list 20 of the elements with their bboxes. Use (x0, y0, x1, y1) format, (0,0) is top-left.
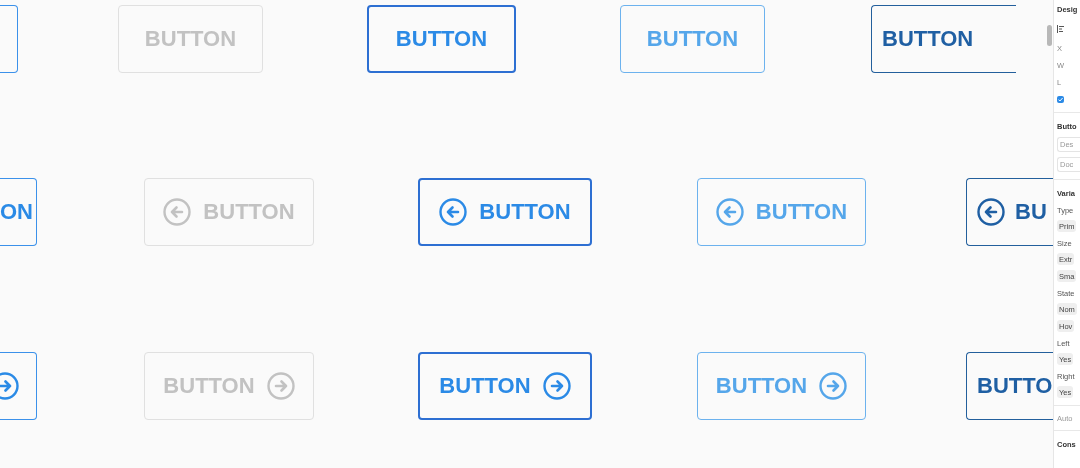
left-arrow-circle-icon (439, 198, 468, 226)
button[interactable]: BUTTON (871, 5, 1016, 73)
button[interactable]: BUTTON (418, 352, 592, 420)
left-arrow-circle-icon (163, 198, 192, 226)
left-arrow-circle-icon (715, 198, 744, 226)
right-arrow-circle-icon (266, 372, 295, 400)
button[interactable]: BUTTON (620, 5, 765, 73)
button[interactable]: BUTTON (697, 352, 866, 420)
button[interactable] (0, 5, 18, 73)
button[interactable]: ON (0, 178, 37, 246)
right-arrow-circle-icon (819, 372, 848, 400)
button[interactable]: BUTTON (367, 5, 516, 73)
button[interactable] (0, 352, 37, 420)
scrollbar-thumb[interactable] (1047, 25, 1052, 46)
left-arrow-circle-icon (977, 198, 1005, 226)
align-left-icon[interactable] (1057, 25, 1065, 33)
checkbox[interactable] (1057, 96, 1064, 103)
button[interactable]: BUTTON (697, 178, 866, 246)
right-arrow-circle-icon (542, 372, 571, 400)
button[interactable]: BUTTON (418, 178, 592, 246)
